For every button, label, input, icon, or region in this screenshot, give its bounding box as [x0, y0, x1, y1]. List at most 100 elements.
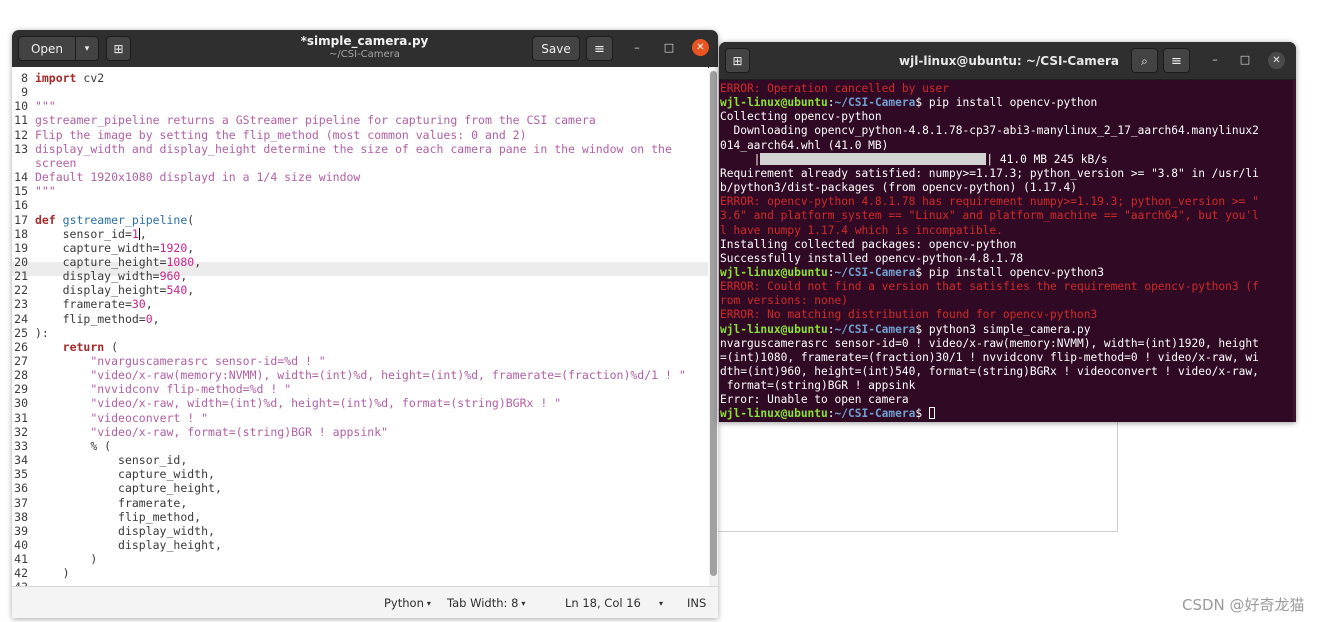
maximize-icon[interactable]: □	[661, 40, 677, 56]
code-token: screen	[34, 155, 77, 170]
minimize-icon[interactable]: –	[629, 40, 645, 56]
code-line: 16	[12, 198, 35, 212]
terminal-line: | | 41.0 MB 245 kB/s	[720, 152, 1108, 167]
minimize-icon[interactable]: –	[1207, 52, 1223, 68]
code-line: 38 flip_method,	[12, 510, 201, 524]
terminal-output[interactable]: ERROR: Operation cancelled by user wjl-li…	[719, 80, 1293, 422]
language-label: Python	[384, 596, 424, 610]
code-editor[interactable]: 8 import cv2 9 10 """ 11 gstreamer_pipelin…	[12, 67, 708, 594]
insert-mode-indicator[interactable]: INS	[687, 587, 706, 618]
code-token: gstreamer_pipeline returns a GStreamer p…	[34, 113, 596, 128]
line-number: 24	[14, 311, 28, 326]
code-line: 18 sensor_id=1,	[12, 227, 147, 241]
prompt-path: ~/CSI-Camera	[834, 265, 916, 279]
code-token: "video/x-raw(memory:NVMM), width=(int)%d…	[90, 368, 686, 383]
terminal-line: b/python3/dist-packages (from opencv-pyt…	[720, 181, 1077, 195]
code-line: 8 import cv2	[12, 71, 104, 85]
terminal-line: wjl-linux@ubuntu:~/CSI-Camera$	[720, 407, 935, 421]
terminal-window: ⊞ wjl-linux@ubuntu: ~/CSI-Camera ⌕ ≡ – □…	[719, 42, 1296, 422]
line-number: 31	[14, 410, 28, 425]
code-token: flip_method,	[34, 509, 202, 524]
code-line: 14 Default 1920x1080 displayd in a 1/4 s…	[12, 170, 360, 184]
new-tab-icon[interactable]: ⊞	[106, 36, 131, 61]
code-line: 34 sensor_id,	[12, 453, 187, 467]
code-token: return	[62, 339, 105, 354]
code-line: 30 "video/x-raw, width=(int)%d, height=(…	[12, 396, 561, 410]
code-token: )	[34, 566, 70, 581]
close-icon[interactable]: ✕	[692, 39, 709, 56]
code-line: 28 "video/x-raw(memory:NVMM), width=(int…	[12, 368, 686, 382]
code-token: ,	[187, 240, 195, 255]
line-number: 20	[14, 254, 28, 269]
cursor-position[interactable]: Ln 18, Col 16	[565, 587, 641, 618]
line-number: 21	[14, 269, 28, 284]
code-line: 24 flip_method=0,	[12, 311, 159, 326]
line-number: 32	[14, 424, 28, 439]
code-line: 13 display_width and display_height dete…	[12, 142, 672, 156]
code-token: import	[34, 71, 77, 85]
open-button[interactable]: Open	[18, 36, 76, 61]
prompt-user: wjl-linux@ubuntu	[720, 322, 828, 336]
close-icon[interactable]: ✕	[1268, 52, 1285, 69]
line-number: 22	[14, 283, 28, 298]
code-line: 37 framerate,	[12, 496, 187, 510]
language-selector[interactable]: Python ▾	[384, 587, 431, 618]
code-token: framerate,	[34, 495, 188, 510]
terminal-error-line: rom versions: none)	[720, 294, 848, 308]
maximize-icon[interactable]: □	[1237, 52, 1253, 68]
code-line: 23 framerate=30,	[12, 297, 153, 311]
hamburger-menu-icon[interactable]: ≡	[1163, 48, 1190, 73]
terminal-line: Error: Unable to open camera	[720, 393, 909, 407]
terminal-line: format=(string)BGR ! appsink	[720, 379, 916, 393]
code-token: "videoconvert ! "	[90, 410, 209, 425]
code-line: 15 """	[12, 184, 56, 198]
code-token: ):	[34, 325, 49, 340]
code-line: 32 "video/x-raw, format=(string)BGR ! ap…	[12, 425, 388, 439]
code-token: 1920	[159, 240, 188, 255]
line-number: 13	[14, 141, 28, 156]
command-text: $ python3 simple_camera.py	[915, 322, 1091, 336]
scrollbar-thumb[interactable]	[710, 71, 717, 576]
code-token: capture_height=	[34, 254, 167, 269]
code-token: display_height=	[34, 283, 167, 298]
chevron-down-icon: ▾	[659, 599, 664, 608]
code-line: 22 display_height=540,	[12, 283, 194, 297]
code-token: Flip the image by setting the flip_metho…	[34, 127, 527, 142]
search-icon[interactable]: ⌕	[1131, 48, 1158, 73]
prompt-path: ~/CSI-Camera	[834, 407, 916, 421]
code-token: "video/x-raw, format=(string)BGR ! appsi…	[90, 424, 389, 439]
line-number: 18	[14, 226, 28, 241]
code-token: 0	[145, 311, 153, 326]
save-button[interactable]: Save	[532, 36, 580, 61]
code-line: 19 capture_width=1920,	[12, 241, 194, 255]
background-window	[716, 410, 1118, 532]
code-token: )	[34, 552, 98, 567]
terminal-error-line: l have numpy 1.17.4 which is incompatibl…	[720, 223, 1003, 237]
position-dropdown-icon[interactable]: ▾	[656, 587, 663, 618]
code-line: 20 capture_height=1080,	[12, 255, 201, 269]
terminal-scrollbar[interactable]	[1293, 80, 1296, 422]
new-tab-icon[interactable]: ⊞	[725, 48, 750, 73]
line-number: 12	[14, 127, 28, 142]
line-number: 38	[14, 509, 28, 524]
terminal-error-line: ERROR: opencv-python 4.8.1.78 has requir…	[720, 195, 1259, 209]
terminal-error-line: 3.6" and platform_system == "Linux" and …	[720, 209, 1259, 223]
line-number: 28	[14, 368, 28, 383]
code-line: 40 display_height,	[12, 538, 222, 552]
code-token: sensor_id,	[34, 453, 188, 468]
terminal-line: =(int)1080, framerate=(fraction)30/1 ! n…	[720, 350, 1259, 364]
hamburger-menu-icon[interactable]: ≡	[586, 36, 613, 61]
code-line: 33 % (	[12, 439, 111, 453]
code-token: display_width,	[34, 523, 215, 538]
code-token: 960	[159, 269, 181, 284]
editor-scrollbar[interactable]	[709, 67, 718, 586]
tab-width-selector[interactable]: Tab Width: 8 ▾	[447, 587, 525, 618]
open-dropdown-icon[interactable]: ▾	[75, 36, 99, 61]
terminal-line: Successfully installed opencv-python-4.8…	[720, 251, 1024, 265]
code-token: ,	[187, 283, 195, 298]
editor-statusbar: Python ▾ Tab Width: 8 ▾ Ln 18, Col 16 ▾ IN…	[12, 586, 718, 618]
